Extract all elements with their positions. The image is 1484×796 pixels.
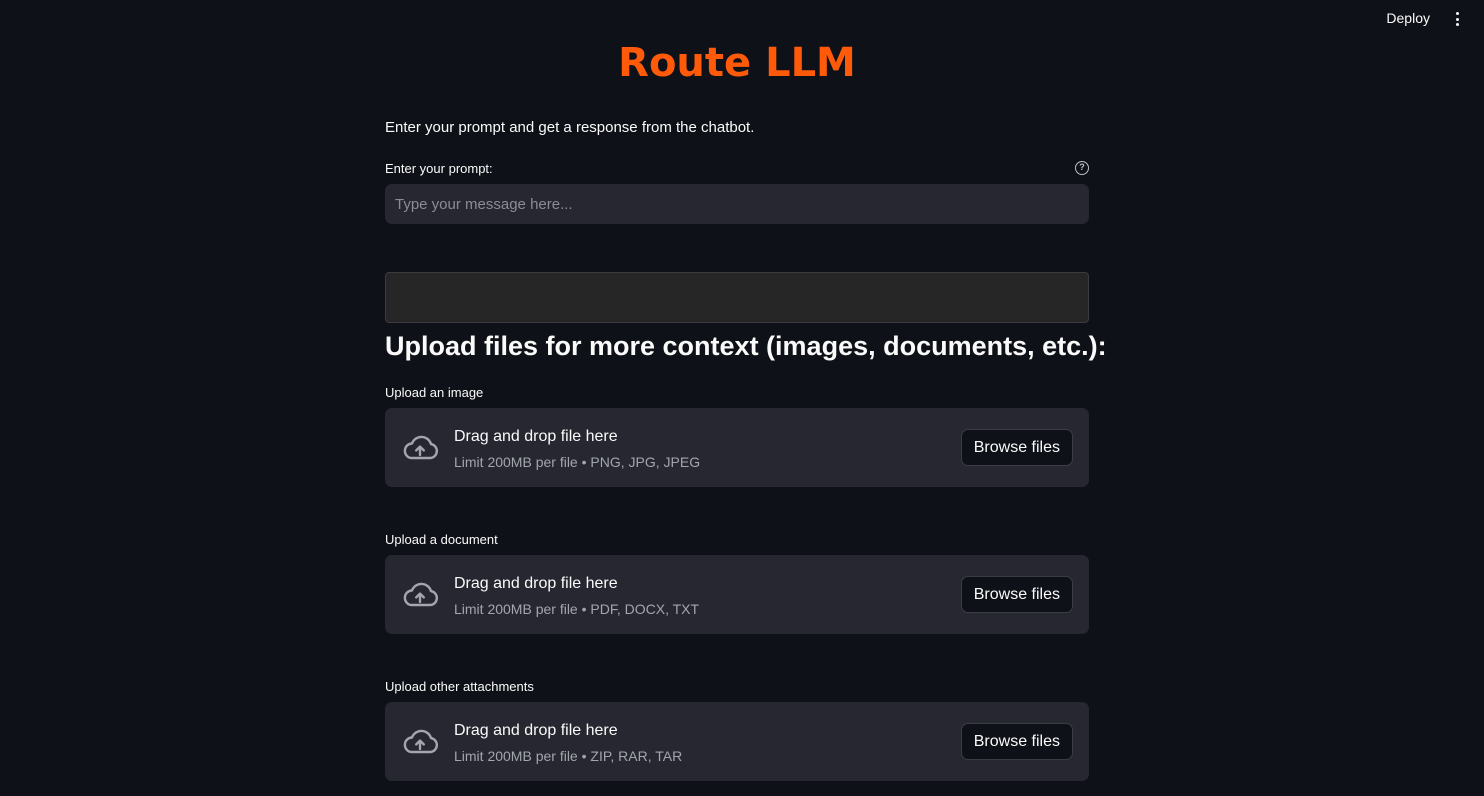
dropzone-title: Drag and drop file here bbox=[454, 428, 618, 445]
dropzone-limits: Limit 200MB per file • ZIP, RAR, TAR bbox=[454, 748, 683, 764]
browse-files-button[interactable]: Browse files bbox=[960, 429, 1073, 466]
top-toolbar: Deploy bbox=[0, 0, 1484, 38]
uploader-label-attachments: Upload other attachments bbox=[385, 679, 534, 694]
intro-text: Enter your prompt and get a response fro… bbox=[385, 119, 755, 136]
prompt-label: Enter your prompt: bbox=[385, 161, 493, 176]
dropzone-title: Drag and drop file here bbox=[454, 722, 618, 739]
upload-heading: Upload files for more context (images, d… bbox=[385, 331, 1107, 361]
response-box bbox=[385, 272, 1089, 323]
document-dropzone[interactable]: Drag and drop file here Limit 200MB per … bbox=[385, 555, 1089, 634]
dropzone-limits: Limit 200MB per file • PNG, JPG, JPEG bbox=[454, 454, 701, 470]
browse-files-button[interactable]: Browse files bbox=[960, 723, 1073, 760]
attachments-dropzone[interactable]: Drag and drop file here Limit 200MB per … bbox=[385, 702, 1089, 781]
prompt-input[interactable] bbox=[385, 184, 1089, 224]
browse-files-button[interactable]: Browse files bbox=[960, 576, 1073, 613]
kebab-dot bbox=[1455, 23, 1459, 26]
dropzone-title: Drag and drop file here bbox=[454, 575, 618, 592]
dropzone-limits: Limit 200MB per file • PDF, DOCX, TXT bbox=[454, 601, 700, 617]
cloud-upload-icon bbox=[403, 729, 439, 754]
uploader-label-image: Upload an image bbox=[385, 385, 484, 400]
cloud-upload-icon bbox=[403, 435, 439, 460]
kebab-dot bbox=[1455, 17, 1459, 21]
page-title: Route LLM bbox=[618, 40, 856, 86]
help-icon[interactable]: ? bbox=[1075, 161, 1089, 175]
uploader-label-document: Upload a document bbox=[385, 532, 498, 547]
kebab-menu-icon[interactable] bbox=[1450, 10, 1464, 28]
kebab-dot bbox=[1455, 12, 1459, 15]
deploy-button[interactable]: Deploy bbox=[1386, 10, 1430, 26]
image-dropzone[interactable]: Drag and drop file here Limit 200MB per … bbox=[385, 408, 1089, 487]
cloud-upload-icon bbox=[403, 582, 439, 607]
